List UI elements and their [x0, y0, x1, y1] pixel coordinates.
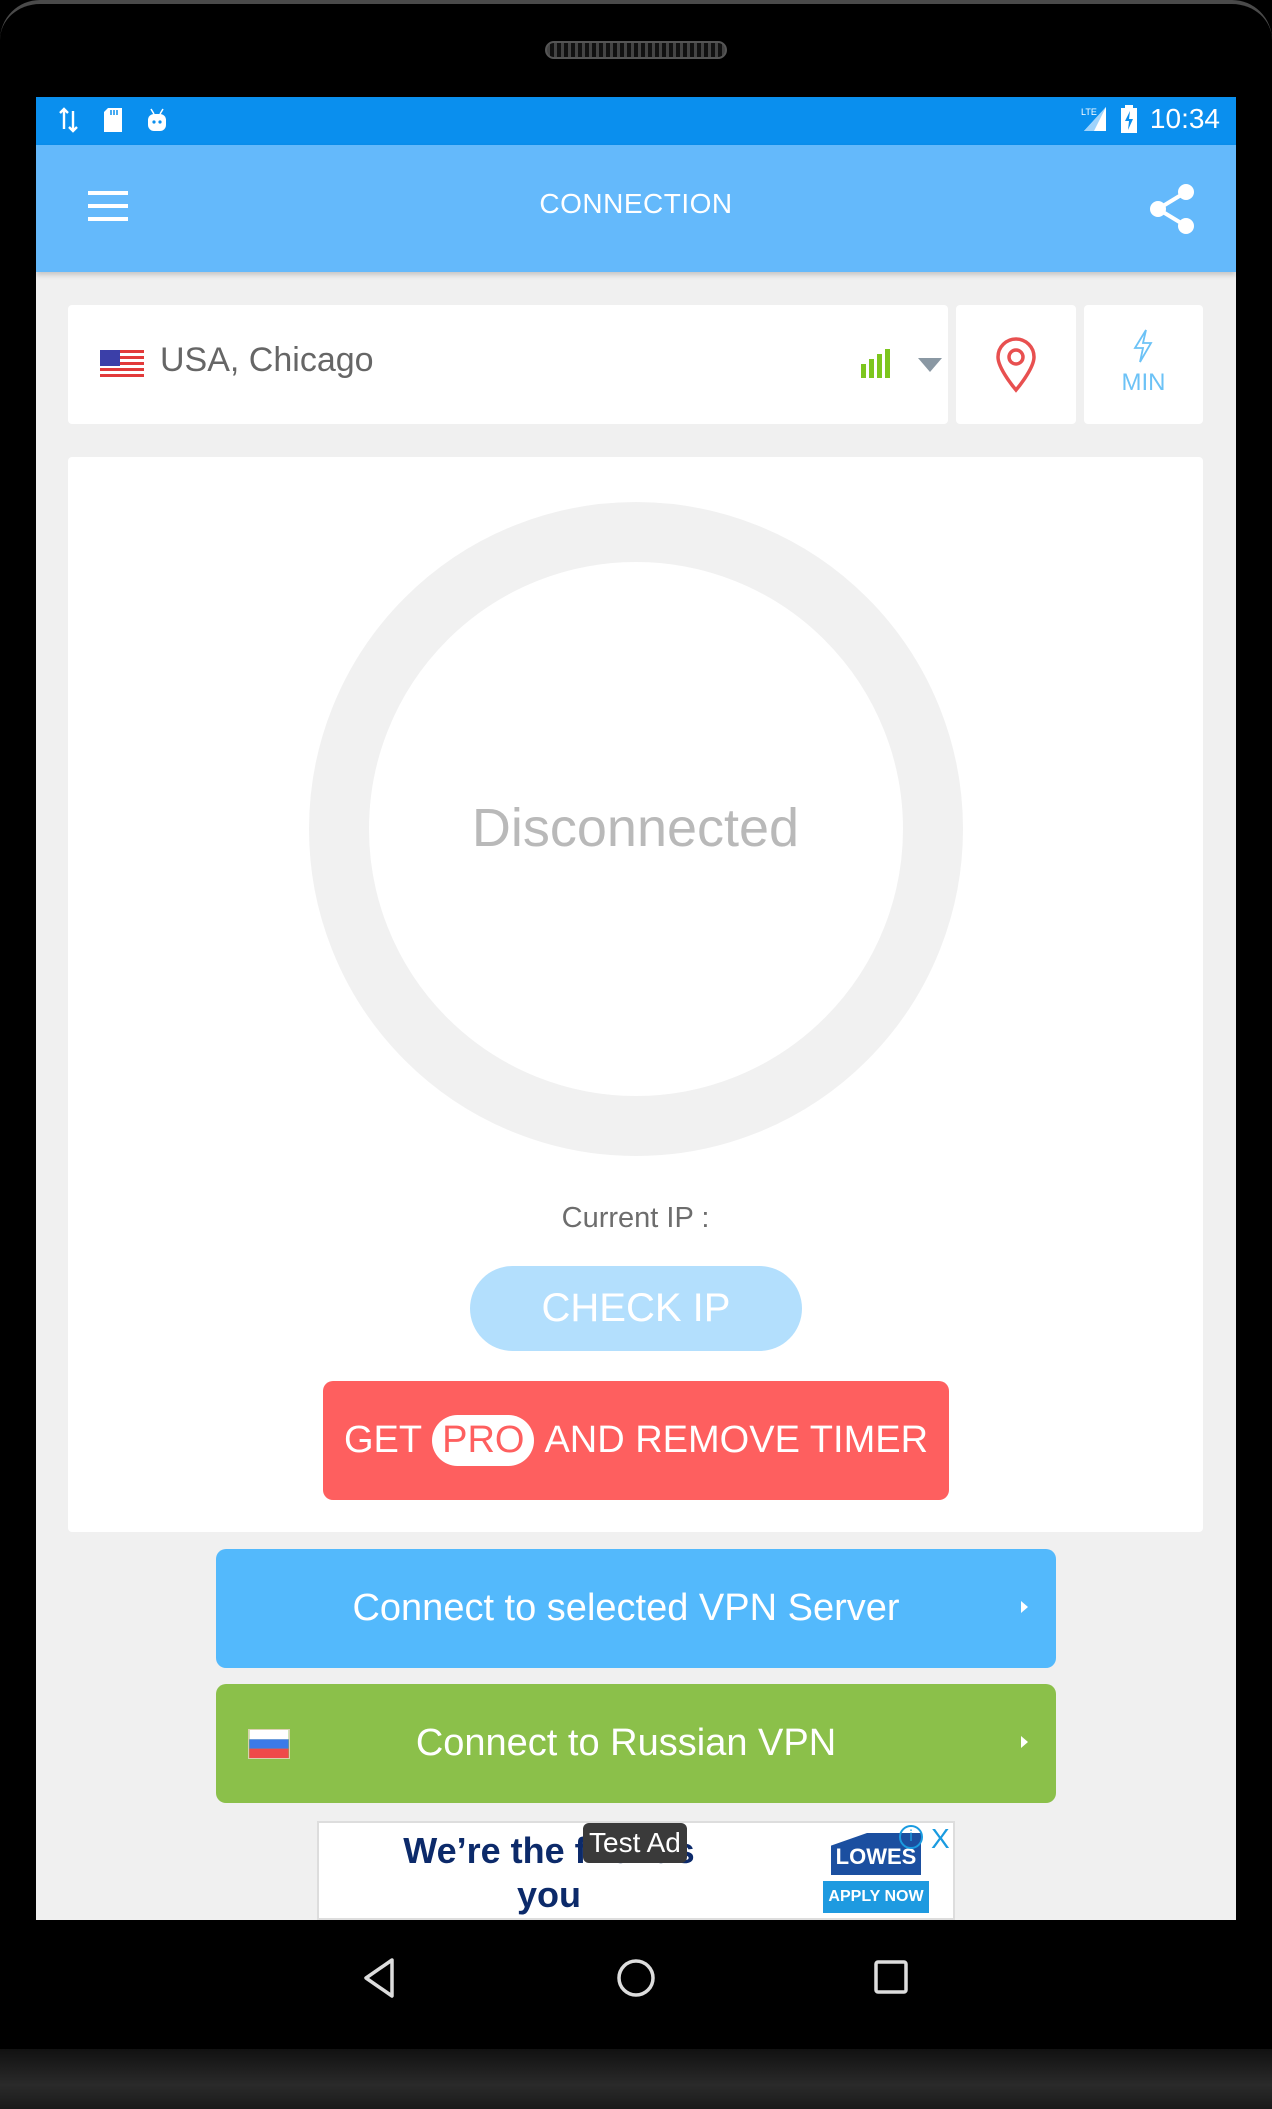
ad-info-icon[interactable]: i: [899, 1825, 923, 1849]
battery-charging-icon: [1120, 105, 1137, 133]
status-bar: LTE 10:34: [36, 97, 1236, 145]
lightning-icon: [1133, 329, 1153, 363]
back-icon[interactable]: [352, 1948, 412, 2008]
connection-panel: Disconnected Current IP : CHECK IP GET P…: [68, 457, 1203, 1532]
connection-status: Disconnected: [471, 798, 800, 858]
promo-suffix: AND REMOVE TIMER: [544, 1419, 929, 1461]
share-icon[interactable]: [1148, 183, 1198, 235]
ad-banner[interactable]: We’re the friends you haven’t met. Test …: [317, 1821, 955, 1920]
speed-mode-label: MIN: [1121, 369, 1166, 396]
location-button[interactable]: [956, 305, 1076, 424]
ad-apply-button[interactable]: APPLY NOW: [823, 1881, 929, 1913]
connect-russian-label: Connect to Russian VPN: [415, 1722, 837, 1764]
pro-badge: PRO: [432, 1415, 535, 1466]
us-flag-icon: [100, 350, 144, 380]
signal-strength-icon: [861, 349, 890, 378]
toolbar: CONNECTION: [36, 145, 1236, 272]
get-pro-button[interactable]: GET PRO AND REMOVE TIMER: [323, 1381, 949, 1500]
svg-text:LTE: LTE: [1081, 107, 1097, 117]
promo-prefix: GET: [343, 1419, 423, 1461]
server-name: USA, Chicago: [160, 341, 374, 379]
home-icon[interactable]: [606, 1948, 666, 2008]
lte-signal-icon: LTE: [1081, 107, 1106, 131]
check-ip-button[interactable]: CHECK IP: [470, 1266, 802, 1351]
recent-apps-icon[interactable]: [862, 1948, 922, 2008]
navigation-bar: [0, 1920, 1272, 2049]
screen: LTE 10:34 CONNECTION USA, Chicago MIN Di…: [36, 97, 1236, 1920]
current-ip-label: Current IP :: [561, 1202, 710, 1234]
clock: 10:34: [1149, 103, 1220, 134]
speaker-grille: [545, 41, 727, 59]
connect-russian-vpn-button[interactable]: Connect to Russian VPN: [216, 1684, 1056, 1803]
test-ad-badge: Test Ad: [583, 1823, 687, 1863]
ad-close-icon[interactable]: X: [931, 1823, 950, 1855]
connect-selected-label: Connect to selected VPN Server: [352, 1587, 900, 1629]
page-title: CONNECTION: [539, 188, 733, 219]
connect-selected-server-button[interactable]: Connect to selected VPN Server: [216, 1549, 1056, 1668]
device-frame: LTE 10:34 CONNECTION USA, Chicago MIN Di…: [0, 0, 1272, 2109]
chevron-right-icon: [1021, 1601, 1028, 1613]
server-selector[interactable]: USA, Chicago: [68, 305, 948, 424]
android-icon: [148, 108, 166, 131]
speed-mode-button[interactable]: MIN: [1084, 305, 1203, 424]
bottom-bezel: [0, 2049, 1272, 2109]
chevron-right-icon: [1021, 1736, 1028, 1748]
sd-card-icon: [104, 108, 122, 132]
location-pin-icon: [996, 337, 1036, 393]
chevron-down-icon[interactable]: [918, 358, 942, 372]
data-transfer-icon: [59, 107, 78, 133]
